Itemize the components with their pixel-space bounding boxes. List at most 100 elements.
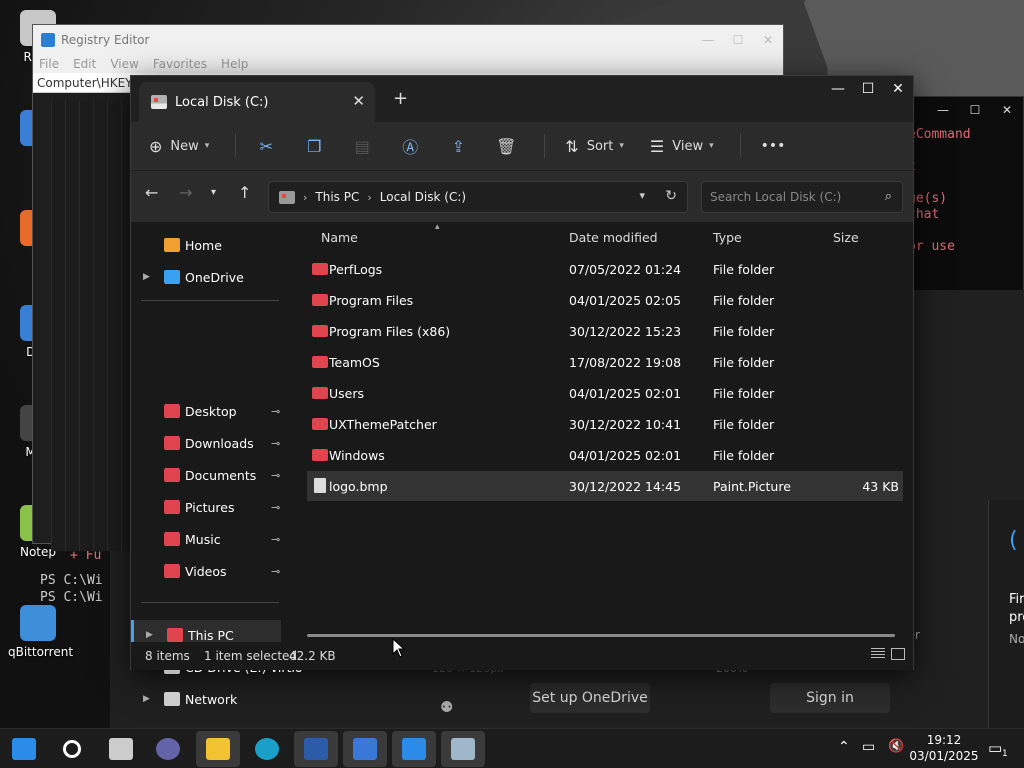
file-row[interactable]: PerfLogs 07/05/2022 01:24 File folder: [307, 254, 903, 284]
breadcrumb-this-pc[interactable]: This PC: [315, 190, 359, 204]
file-row[interactable]: logo.bmp 30/12/2022 14:45 Paint.Picture 43 …: [307, 471, 903, 501]
sidebar-item-label: This PC: [188, 627, 234, 643]
new-tab-icon[interactable]: +: [393, 88, 408, 109]
column-header-size[interactable]: Size: [833, 230, 859, 245]
new-button[interactable]: ⊕ New ▾: [149, 137, 209, 156]
file-type: File folder: [713, 386, 775, 401]
maximize-icon[interactable]: ☐: [723, 25, 753, 55]
details-view-icon[interactable]: [871, 648, 885, 660]
sidebar-item-home[interactable]: Home: [131, 230, 281, 260]
menu-view[interactable]: View: [110, 57, 138, 71]
maximize-icon[interactable]: ☐: [959, 97, 991, 123]
copy-icon[interactable]: ❐: [304, 136, 324, 156]
sidebar-item-onedrive[interactable]: ▶ OneDrive: [131, 262, 281, 292]
file-row[interactable]: UXThemePatcher 30/12/2022 10:41 File folde…: [307, 409, 903, 439]
column-header-date-modified[interactable]: Date modified: [569, 230, 658, 245]
file-row[interactable]: TeamOS 17/08/2022 19:08 File folder: [307, 347, 903, 377]
notification-icon[interactable]: ▭: [988, 739, 1002, 757]
close-icon[interactable]: ✕: [753, 25, 783, 55]
sidebar-item-music[interactable]: Music ⊸: [131, 524, 281, 554]
sort-button[interactable]: ⇅ Sort ▾: [565, 137, 624, 156]
rename-icon[interactable]: Ⓐ: [400, 136, 420, 157]
taskbar-file-explorer-button[interactable]: [196, 731, 240, 767]
taskbar-teams-button[interactable]: [146, 731, 190, 767]
minimize-icon[interactable]: —: [927, 97, 959, 123]
volume-muted-icon[interactable]: 🔇: [888, 739, 904, 754]
search-input[interactable]: Search Local Disk (C:) ⌕: [701, 181, 903, 213]
network-icon[interactable]: ▭: [862, 739, 875, 755]
taskbar-start-button[interactable]: [2, 731, 46, 767]
cut-icon[interactable]: ✂: [256, 136, 276, 156]
close-tab-icon[interactable]: ✕: [352, 92, 365, 110]
address-bar[interactable]: › This PC › Local Disk (C:) ▾ ↻: [268, 181, 688, 213]
menu-file[interactable]: File: [39, 57, 59, 71]
chevron-up-icon[interactable]: ⌃: [838, 739, 850, 755]
sort-ascending-icon: ▴: [435, 222, 440, 232]
pin-icon[interactable]: ⊸: [271, 533, 280, 546]
file-row[interactable]: Windows 04/01/2025 02:01 File folder: [307, 440, 903, 470]
sign-in-button[interactable]: Sign in: [770, 683, 890, 713]
file-row[interactable]: Program Files (x86) 30/12/2022 15:23 File …: [307, 316, 903, 346]
column-header-name[interactable]: Name: [321, 230, 358, 245]
share-icon[interactable]: ⇪: [448, 136, 468, 156]
menu-edit[interactable]: Edit: [73, 57, 96, 71]
clock[interactable]: 19:12 03/01/2025: [908, 732, 980, 764]
up-arrow-icon[interactable]: ↑: [238, 183, 251, 202]
pin-icon[interactable]: ⊸: [271, 501, 280, 514]
registry-tree[interactable]: [51, 101, 131, 551]
tiles-view-icon[interactable]: [891, 648, 905, 660]
view-button[interactable]: ☰ View ▾: [650, 137, 714, 156]
column-header-type[interactable]: Type: [713, 230, 742, 245]
more-options-button[interactable]: •••: [761, 138, 786, 154]
sidebar-item-desktop[interactable]: Desktop ⊸: [131, 396, 281, 426]
minimize-icon[interactable]: —: [823, 76, 853, 102]
close-icon[interactable]: ✕: [991, 97, 1023, 123]
powershell-window[interactable]: — ☐ ✕ eCommand t ge(s) that or use: [905, 96, 1024, 292]
taskbar-app-shield-button[interactable]: [392, 731, 436, 767]
menu-help[interactable]: Help: [221, 57, 248, 71]
file-explorer-window[interactable]: Local Disk (C:) ✕ + — ☐ ✕ ⊕ New ▾ ✂ ❐ ▤ …: [130, 75, 914, 707]
expand-chevron-icon[interactable]: ▶: [143, 694, 150, 704]
taskbar-task-view-button[interactable]: [99, 731, 143, 767]
minimize-icon[interactable]: —: [693, 25, 723, 55]
close-icon[interactable]: ✕: [883, 76, 913, 102]
taskbar-edge-button[interactable]: [245, 731, 289, 767]
address-dropdown-icon[interactable]: ▾: [639, 189, 645, 202]
desktop-icon-label: qBittorrent: [8, 645, 74, 659]
taskbar-search-button[interactable]: [50, 731, 94, 767]
delete-icon[interactable]: 🗑: [496, 136, 516, 156]
taskbar-paint-button[interactable]: [441, 731, 485, 767]
pin-icon[interactable]: ⊸: [271, 405, 280, 418]
sidebar-item-videos[interactable]: Videos ⊸: [131, 556, 281, 586]
menu-favorites[interactable]: Favorites: [153, 57, 207, 71]
setup-onedrive-button[interactable]: Set up OneDrive: [530, 683, 650, 713]
pin-icon[interactable]: ⊸: [271, 565, 280, 578]
pin-icon[interactable]: ⊸: [271, 437, 280, 450]
file-row[interactable]: Program Files 04/01/2025 02:05 File folder: [307, 285, 903, 315]
sidebar-item-downloads[interactable]: Downloads ⊸: [131, 428, 281, 458]
refresh-icon[interactable]: ↻: [665, 188, 677, 204]
back-arrow-icon[interactable]: ←: [145, 183, 158, 202]
sidebar-item-network[interactable]: ▶ Network: [131, 684, 281, 714]
paste-icon[interactable]: ▤: [352, 136, 372, 156]
horizontal-scrollbar[interactable]: [307, 634, 895, 637]
taskbar-app-blue-button[interactable]: [343, 731, 387, 767]
taskbar-powershell-button[interactable]: [294, 731, 338, 767]
registry-editor-titlebar[interactable]: Registry Editor — ☐ ✕: [33, 25, 783, 55]
desktop-icon[interactable]: qBittorrent: [8, 605, 74, 659]
expand-chevron-icon[interactable]: ▶: [143, 272, 150, 282]
maximize-icon[interactable]: ☐: [853, 76, 883, 102]
pin-icon[interactable]: ⊸: [271, 469, 280, 482]
forward-arrow-icon[interactable]: →: [179, 183, 192, 202]
sidebar-item-pictures[interactable]: Pictures ⊸: [131, 492, 281, 522]
folder-icon: [164, 692, 180, 706]
navigation-bar: ← → ▾ ↑ › This PC › Local Disk (C:) ▾ ↻ …: [131, 170, 913, 222]
expand-chevron-icon[interactable]: ▶: [146, 630, 153, 640]
terminal-line: eCommand: [908, 127, 971, 142]
tab-local-disk[interactable]: Local Disk (C:) ✕: [139, 82, 375, 122]
recent-chevron-icon[interactable]: ▾: [211, 187, 216, 198]
sidebar-item-documents[interactable]: Documents ⊸: [131, 460, 281, 490]
breadcrumb-local-disk[interactable]: Local Disk (C:): [380, 190, 466, 204]
file-name: UXThemePatcher: [329, 417, 437, 432]
file-row[interactable]: Users 04/01/2025 02:01 File folder: [307, 378, 903, 408]
